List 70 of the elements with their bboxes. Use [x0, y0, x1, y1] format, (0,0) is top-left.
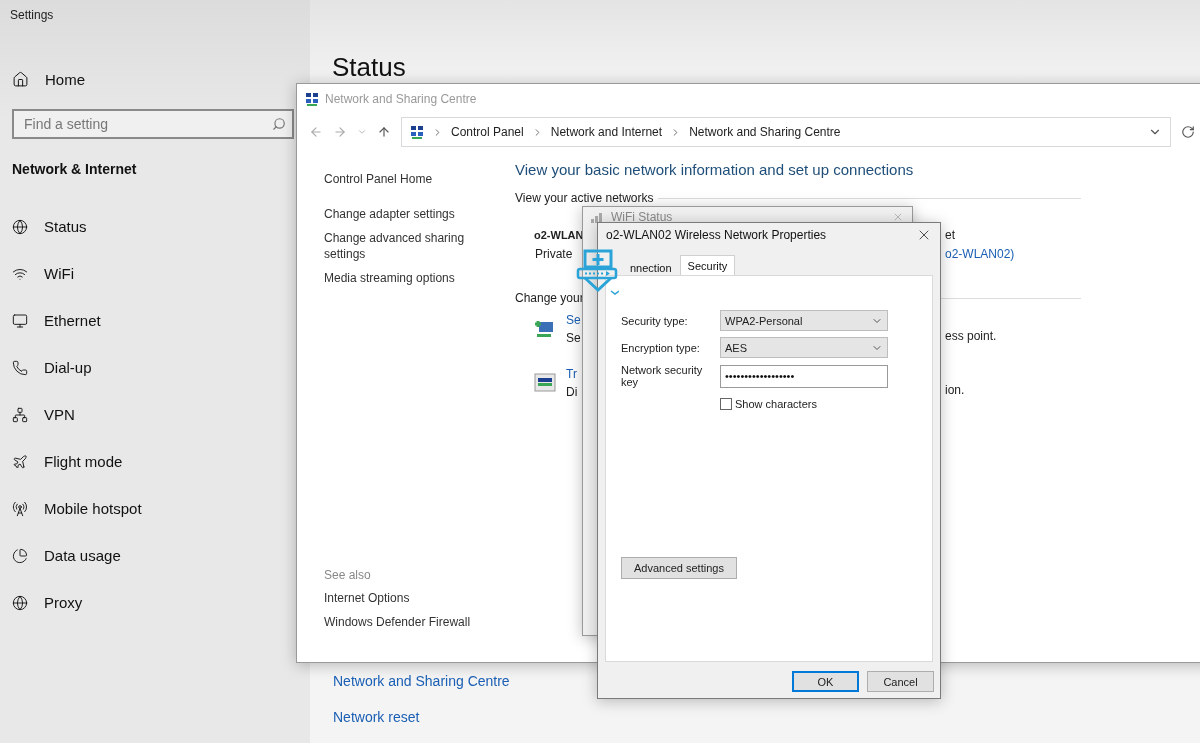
- sidebar-link[interactable]: Control Panel Home: [324, 171, 474, 187]
- checkbox[interactable]: [720, 398, 732, 410]
- tab[interactable]: nnection: [622, 258, 680, 276]
- search-icon[interactable]: [272, 117, 286, 131]
- breadcrumb[interactable]: Control Panel: [451, 125, 524, 139]
- access-type: et: [945, 227, 956, 242]
- task-description: ess point.: [945, 329, 998, 343]
- see-also-link[interactable]: Windows Defender Firewall: [324, 614, 474, 630]
- section-heading: Change your: [515, 291, 584, 305]
- field-label: Network security key: [621, 364, 704, 388]
- pie-chart-icon: [12, 547, 28, 564]
- home-link[interactable]: Home: [0, 56, 95, 103]
- see-also-heading: See also: [324, 568, 372, 582]
- page-title: Status: [332, 52, 407, 83]
- app-title: Settings: [9, 8, 55, 24]
- up-icon[interactable]: [377, 125, 391, 139]
- nav-item[interactable]: WiFi: [0, 250, 84, 297]
- task-description: ion.: [945, 383, 966, 397]
- signal-icon: [591, 210, 605, 223]
- plane-icon: [12, 453, 28, 470]
- task-description: Di: [566, 385, 579, 399]
- phone-icon: [12, 359, 28, 376]
- dialog-button[interactable]: Cancel: [867, 671, 934, 692]
- sidebar-link[interactable]: Change advanced sharing settings: [324, 230, 474, 262]
- password-field[interactable]: ••••••••••••••••••: [720, 364, 888, 388]
- window-title: WiFi Status: [611, 209, 673, 224]
- nav-item[interactable]: Proxy: [0, 579, 93, 626]
- network-icon: [410, 125, 424, 139]
- network-name: o2-WLAN: [533, 228, 584, 241]
- settings-link[interactable]: Network reset: [333, 709, 420, 725]
- window-title: Network and Sharing Centre: [325, 91, 477, 106]
- nav-item[interactable]: Flight mode: [0, 438, 133, 485]
- dropdown[interactable]: WPA2-Personal: [720, 310, 888, 331]
- address-bar[interactable]: Control Panel Network and Internet Network and Sharing Centre: [401, 117, 1171, 147]
- globe-icon: [12, 218, 28, 235]
- breadcrumb[interactable]: Network and Sharing Centre: [689, 125, 841, 139]
- sidebar-link[interactable]: Media streaming options: [324, 270, 474, 286]
- monitor-icon: [12, 312, 28, 329]
- network-icon: [12, 406, 28, 423]
- nav-item[interactable]: Dial-up: [0, 344, 102, 391]
- dialog-button[interactable]: OK: [792, 671, 859, 692]
- network-type: Private: [534, 246, 574, 261]
- nav-item[interactable]: Mobile hotspot: [0, 485, 152, 532]
- network-icon: [305, 91, 319, 106]
- tab[interactable]: Security: [679, 255, 736, 276]
- sidebar-link[interactable]: Change adapter settings: [324, 206, 474, 222]
- advanced-settings-button[interactable]: Advanced settings: [621, 557, 737, 579]
- dialog-title: o2-WLAN02 Wireless Network Properties: [606, 228, 827, 242]
- section-heading: View your active networks: [515, 191, 654, 205]
- field-label: Security type:: [621, 314, 689, 327]
- nav-item[interactable]: Status: [0, 203, 97, 250]
- field-label: Encryption type:: [621, 341, 701, 354]
- refresh-icon[interactable]: [1181, 125, 1195, 139]
- page-heading: View your basic network information and set up connections: [515, 161, 915, 178]
- globe-icon: [12, 594, 28, 611]
- nav-item[interactable]: Data usage: [0, 532, 131, 579]
- nav-item[interactable]: VPN: [0, 391, 85, 438]
- section-heading: Network & Internet: [11, 160, 138, 179]
- task-description: Se: [566, 331, 582, 345]
- settings-link[interactable]: Network and Sharing Centre: [333, 673, 510, 689]
- nav-item[interactable]: Ethernet: [0, 297, 111, 344]
- dropdown[interactable]: AES: [720, 337, 888, 358]
- troubleshoot-icon: [533, 372, 557, 394]
- connection-link[interactable]: o2-WLAN02): [945, 246, 1200, 261]
- search-field[interactable]: Find a setting: [12, 109, 294, 139]
- home-icon: [12, 71, 29, 88]
- checkbox-label: Show characters: [735, 398, 817, 410]
- antenna-icon: [12, 500, 28, 517]
- see-also-link[interactable]: Internet Options: [324, 590, 474, 606]
- breadcrumb[interactable]: Network and Internet: [550, 125, 663, 139]
